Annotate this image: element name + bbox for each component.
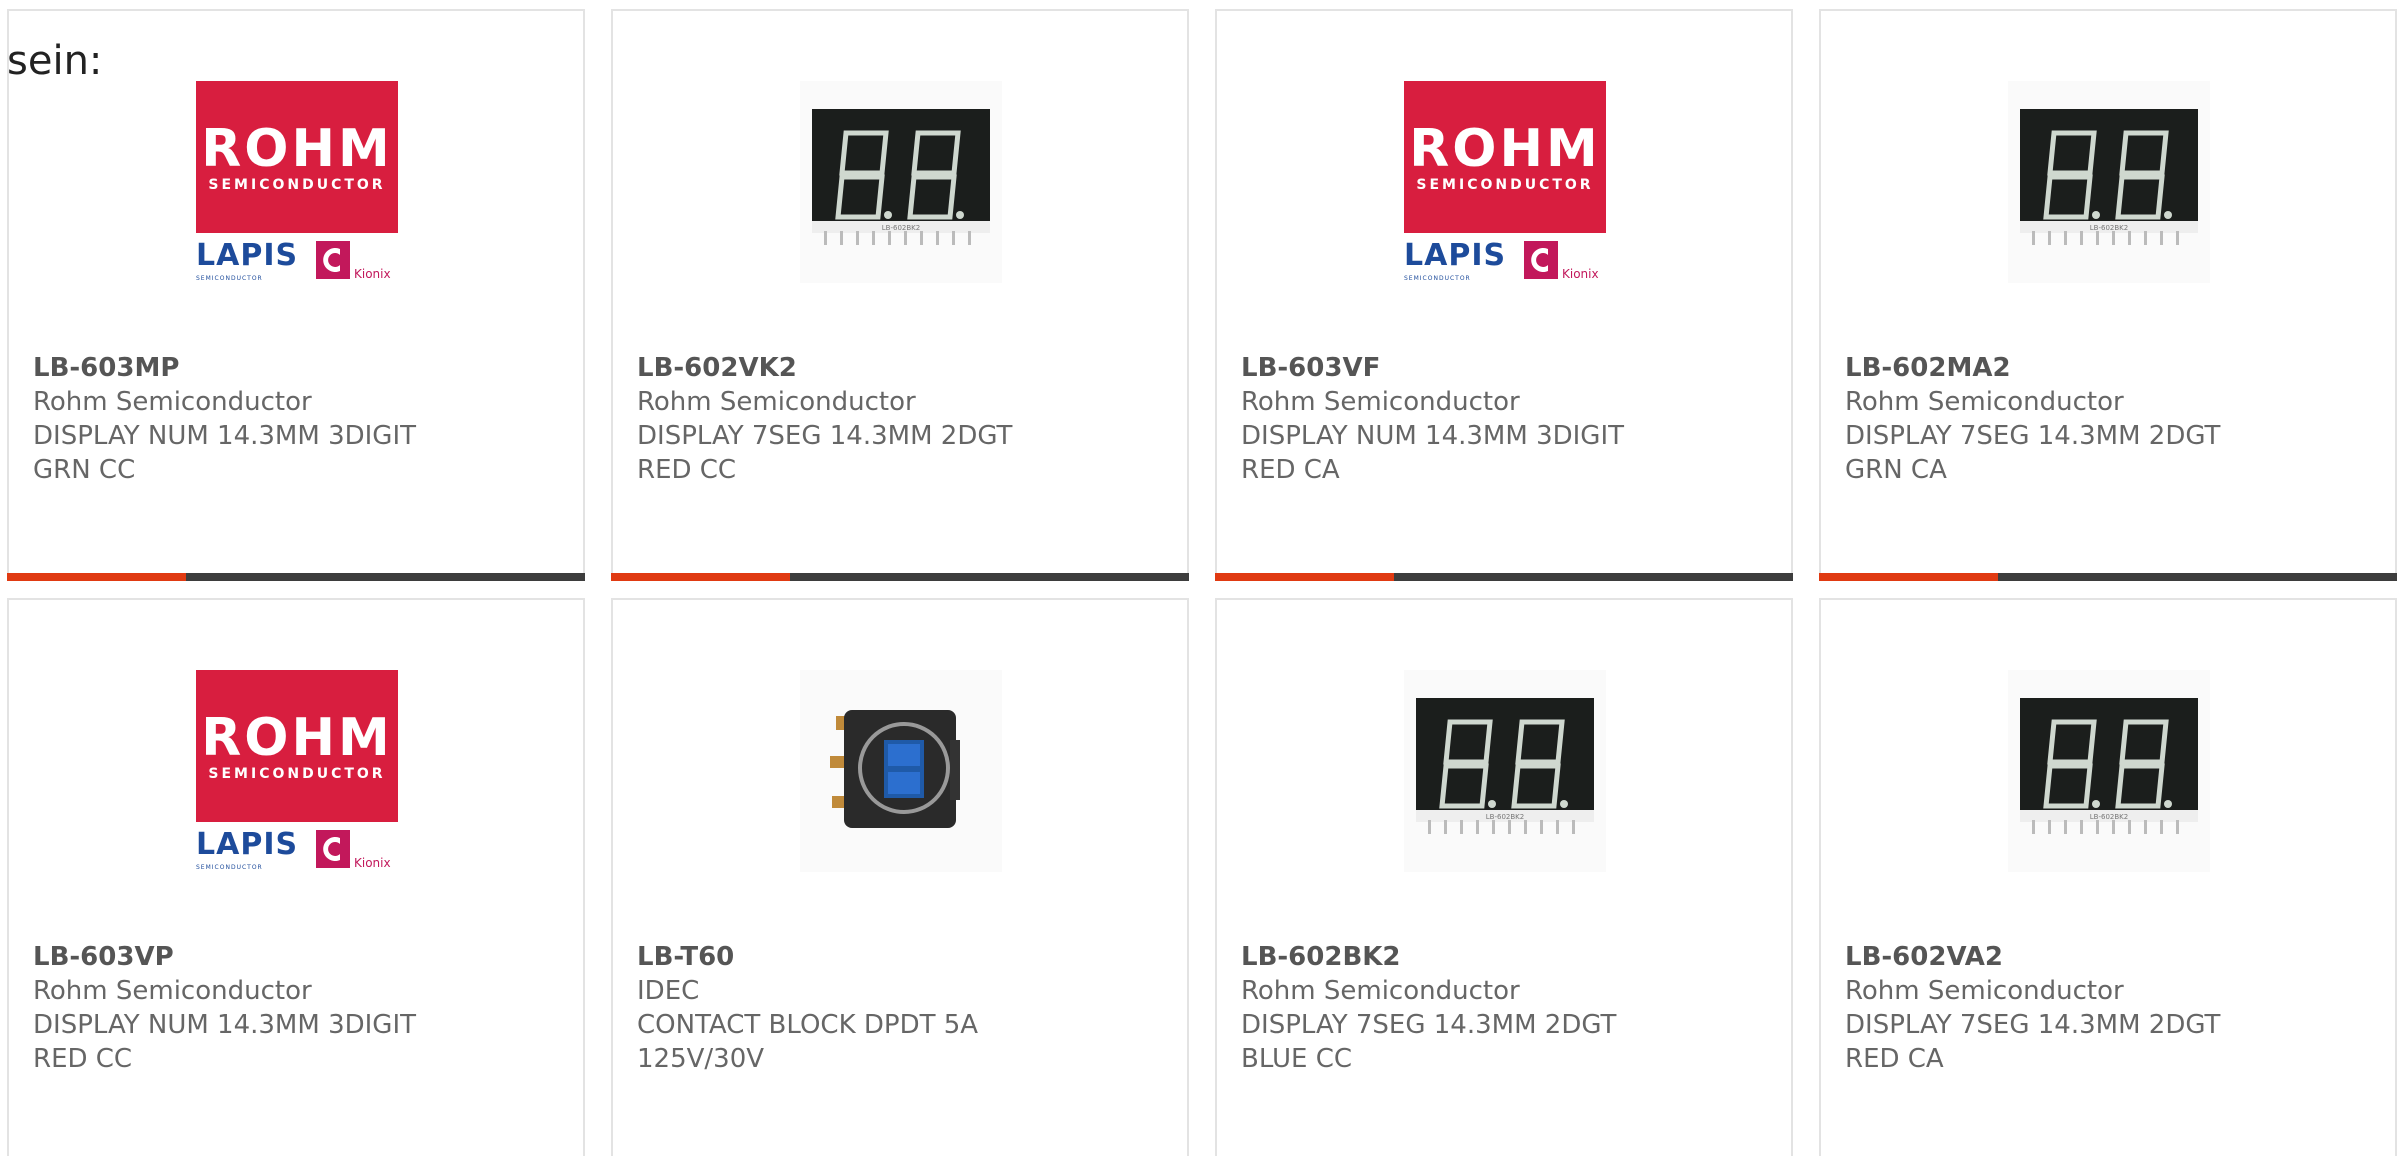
product-image[interactable]: [800, 670, 1002, 872]
part-number-link[interactable]: LB-602VA2: [1845, 940, 2375, 974]
card-progress-bar: [611, 573, 1189, 581]
card-progress-fill: [1819, 573, 1999, 581]
manufacturer-name: Rohm Semiconductor: [1241, 387, 1520, 417]
rohm-logo-icon: ROHM SEMICONDUCTOR LAPIS SEMICONDUCTOR Kioni…: [196, 670, 398, 872]
product-card[interactable]: LB-602BK2 LB-602VK2 Rohm Semiconductor D…: [611, 9, 1189, 581]
seven-segment-display-icon: LB-602BK2: [800, 81, 1002, 283]
description-line: GRN CC: [33, 455, 136, 485]
rohm-word: ROHM: [201, 708, 393, 768]
product-card[interactable]: ROHM SEMICONDUCTOR LAPIS SEMICONDUCTOR Kioni…: [1215, 9, 1793, 581]
kionix-logo-icon: Kionix: [1522, 241, 1606, 281]
rohm-logo-icon: ROHM SEMICONDUCTOR LAPIS SEMICONDUCTOR Kioni…: [1404, 81, 1606, 283]
svg-text:LB-602BK2: LB-602BK2: [1486, 813, 1524, 821]
product-card[interactable]: LB-602BK2 LB-602MA2 Rohm Semiconductor D…: [1819, 9, 2397, 581]
card-progress-fill: [7, 573, 187, 581]
rohm-word: ROHM: [201, 119, 393, 179]
product-card[interactable]: LB-602BK2 LB-602VA2 Rohm Semiconductor D…: [1819, 598, 2397, 1156]
rohm-word: ROHM: [1409, 119, 1601, 179]
card-progress-bar: [7, 573, 585, 581]
product-card[interactable]: LB-T60 IDEC CONTACT BLOCK DPDT 5A 125V/3…: [611, 598, 1189, 1156]
lapis-word: LAPIS: [196, 827, 299, 862]
part-number-link[interactable]: LB-603MP: [33, 351, 563, 385]
rohm-semi: SEMICONDUCTOR: [208, 177, 386, 193]
description-line: DISPLAY 7SEG 14.3MM 2DGT: [637, 421, 1013, 451]
description-line: DISPLAY NUM 14.3MM 3DIGIT: [33, 421, 416, 451]
description-line: DISPLAY NUM 14.3MM 3DIGIT: [1241, 421, 1624, 451]
description-line: CONTACT BLOCK DPDT 5A: [637, 1010, 979, 1040]
product-image[interactable]: LB-602BK2: [1404, 670, 1606, 872]
card-progress-bar: [1819, 573, 2397, 581]
rohm-semi: SEMICONDUCTOR: [208, 766, 386, 782]
part-number-link[interactable]: LB-603VF: [1241, 351, 1771, 385]
intro-text: sein:: [7, 38, 103, 84]
lapis-word: LAPIS: [196, 238, 299, 273]
description-line: DISPLAY 7SEG 14.3MM 2DGT: [1241, 1010, 1617, 1040]
product-grid: sein: ROHM SEMICONDUCTOR LAPIS SEMICONDUCTO…: [0, 0, 2400, 1156]
svg-text:LB-602BK2: LB-602BK2: [882, 224, 920, 232]
card-progress-bar: [1215, 573, 1793, 581]
description-line: GRN CA: [1845, 455, 1947, 485]
seven-segment-display-icon: LB-602BK2: [1404, 670, 1606, 872]
product-card[interactable]: ROHM SEMICONDUCTOR LAPIS SEMICONDUCTOR Kioni…: [7, 9, 585, 581]
manufacturer-name: Rohm Semiconductor: [637, 387, 916, 417]
part-number-link[interactable]: LB-602MA2: [1845, 351, 2375, 385]
svg-text:LB-602BK2: LB-602BK2: [2090, 224, 2128, 232]
manufacturer-name: IDEC: [637, 976, 700, 1006]
lapis-sub: SEMICONDUCTOR: [196, 864, 263, 871]
svg-text:LB-602BK2: LB-602BK2: [2090, 813, 2128, 821]
description-line: DISPLAY 7SEG 14.3MM 2DGT: [1845, 1010, 2221, 1040]
description-line: RED CC: [637, 455, 737, 485]
card-progress-fill: [611, 573, 791, 581]
description-line: RED CC: [33, 1044, 133, 1074]
contact-block-icon: [800, 670, 1002, 872]
manufacturer-name: Rohm Semiconductor: [33, 976, 312, 1006]
lapis-sub: SEMICONDUCTOR: [1404, 275, 1471, 282]
description-line: DISPLAY 7SEG 14.3MM 2DGT: [1845, 421, 2221, 451]
product-image[interactable]: LB-602BK2: [800, 81, 1002, 283]
product-image[interactable]: ROHM SEMICONDUCTOR LAPIS SEMICONDUCTOR Kioni…: [196, 81, 398, 283]
seven-segment-display-icon: LB-602BK2: [2008, 670, 2210, 872]
description-line: 125V/30V: [637, 1044, 765, 1074]
seven-segment-display-icon: LB-602BK2: [2008, 81, 2210, 283]
manufacturer-name: Rohm Semiconductor: [1241, 976, 1520, 1006]
part-number-link[interactable]: LB-603VP: [33, 940, 563, 974]
manufacturer-name: Rohm Semiconductor: [1845, 976, 2124, 1006]
part-number-link[interactable]: LB-602VK2: [637, 351, 1167, 385]
description-line: RED CA: [1241, 455, 1340, 485]
manufacturer-name: Rohm Semiconductor: [33, 387, 312, 417]
description-line: BLUE CC: [1241, 1044, 1353, 1074]
product-image[interactable]: LB-602BK2: [2008, 81, 2210, 283]
kionix-logo-icon: Kionix: [314, 830, 398, 870]
description-line: DISPLAY NUM 14.3MM 3DIGIT: [33, 1010, 416, 1040]
part-number-link[interactable]: LB-602BK2: [1241, 940, 1771, 974]
manufacturer-name: Rohm Semiconductor: [1845, 387, 2124, 417]
product-image[interactable]: LB-602BK2: [2008, 670, 2210, 872]
product-card[interactable]: ROHM SEMICONDUCTOR LAPIS SEMICONDUCTOR Kioni…: [7, 598, 585, 1156]
product-card[interactable]: LB-602BK2 LB-602BK2 Rohm Semiconductor D…: [1215, 598, 1793, 1156]
product-image[interactable]: ROHM SEMICONDUCTOR LAPIS SEMICONDUCTOR Kioni…: [196, 670, 398, 872]
description-line: RED CA: [1845, 1044, 1944, 1074]
lapis-sub: SEMICONDUCTOR: [196, 275, 263, 282]
lapis-word: LAPIS: [1404, 238, 1507, 273]
part-number-link[interactable]: LB-T60: [637, 940, 1167, 974]
kionix-logo-icon: Kionix: [314, 241, 398, 281]
rohm-semi: SEMICONDUCTOR: [1416, 177, 1594, 193]
card-progress-fill: [1215, 573, 1395, 581]
rohm-logo-icon: ROHM SEMICONDUCTOR LAPIS SEMICONDUCTOR Kioni…: [196, 81, 398, 283]
product-image[interactable]: ROHM SEMICONDUCTOR LAPIS SEMICONDUCTOR Kioni…: [1404, 81, 1606, 283]
